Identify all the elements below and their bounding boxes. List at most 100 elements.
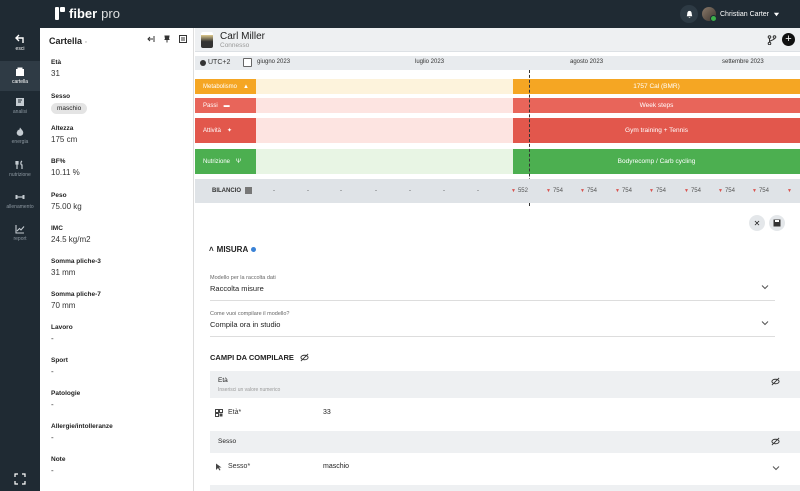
field-sesso: Sesso maschio <box>51 93 191 114</box>
clock-icon <box>200 59 206 66</box>
row-bar[interactable]: Week steps <box>513 98 800 113</box>
chevron-down-icon <box>772 466 780 471</box>
add-button[interactable]: + <box>782 33 795 46</box>
down-triangle-icon: ▼ <box>615 188 620 194</box>
flame-icon <box>16 127 24 136</box>
timeline-row-attivita[interactable]: Attività ✦ Gym training + Tennis <box>195 118 800 143</box>
row-bar[interactable]: 1757 Cal (BMR) <box>513 79 800 94</box>
collapse-icon[interactable] <box>147 35 155 43</box>
sidebar-tools <box>147 35 187 43</box>
chevron-down-icon <box>761 321 769 326</box>
row-bar[interactable]: Bodyrecomp / Carb cycling <box>513 149 800 174</box>
nav-item-esci[interactable]: esci <box>0 28 40 58</box>
field-pliche3: Somma pliche-3 31 mm <box>51 258 101 277</box>
grid-icon <box>215 409 223 417</box>
down-triangle-icon: ▼ <box>546 188 551 194</box>
bell-icon <box>686 10 692 18</box>
nav-label: cartella <box>11 79 29 85</box>
sex-chip: maschio <box>51 103 88 114</box>
select-value: Compila ora in studio <box>210 320 281 329</box>
pin-icon[interactable] <box>163 35 171 43</box>
field-row-eta[interactable]: Età* 33 <box>210 401 800 427</box>
section-eta: Età Inserisci un valore numerico <box>210 371 800 398</box>
month-label: settembre 2023 <box>722 59 764 65</box>
eye-off-icon[interactable] <box>300 353 309 362</box>
nav-label: esci <box>15 46 25 52</box>
down-triangle-icon: ▼ <box>684 188 689 194</box>
nav-item-allenamento[interactable]: allenamento <box>0 186 40 216</box>
timezone-selector[interactable]: UTC+2 <box>200 59 230 66</box>
top-bar: fiber pro Christian Carter <box>0 0 800 28</box>
balance-cell: - <box>409 188 411 194</box>
chevron-down-icon <box>761 285 769 290</box>
calendar-icon[interactable] <box>243 58 252 67</box>
field-row-sesso[interactable]: Sesso* maschio <box>210 455 800 481</box>
patient-avatar <box>201 32 213 48</box>
expand-icon[interactable] <box>14 473 26 485</box>
app-logo[interactable]: fiber pro <box>55 6 120 21</box>
down-triangle-icon: ▼ <box>649 188 654 194</box>
model-select[interactable]: Modello per la raccolta dati Raccolta mi… <box>210 275 775 301</box>
field-peso: Peso 75.00 kg <box>51 192 82 211</box>
balance-cell: ▼ <box>787 188 794 194</box>
balance-cell: - <box>340 188 342 194</box>
timeline-row-metabolismo[interactable]: Metabolismo ▲ 1757 Cal (BMR) <box>195 79 800 94</box>
timeline-row-passi[interactable]: Passi ▬ Week steps <box>195 98 800 113</box>
fields-title: CAMPI DA COMPILARE <box>210 353 309 362</box>
sex-select[interactable]: maschio <box>323 463 349 470</box>
row-label: Nutrizione Ψ <box>195 149 256 174</box>
field-lavoro: Lavoro - <box>51 324 73 343</box>
nav-item-nutrizione[interactable]: nutrizione <box>0 154 40 184</box>
field-sport: Sport - <box>51 357 68 376</box>
section-sesso: Sesso <box>210 431 800 453</box>
patient-status: Connesso <box>220 42 250 49</box>
timeline-header: UTC+2 giugno 2023 luglio 2023 agosto 202… <box>195 56 800 70</box>
balance-label: BILANCIO <box>212 187 252 194</box>
balance-cell: - <box>443 188 445 194</box>
close-button[interactable]: ✕ <box>749 215 765 231</box>
dumbbell-icon <box>15 195 25 199</box>
eye-off-icon[interactable] <box>771 437 780 446</box>
cutlery-icon: Ψ <box>236 158 242 165</box>
nav-item-report[interactable]: report <box>0 218 40 248</box>
nav-label: analisi <box>12 109 28 115</box>
notifications-button[interactable] <box>680 5 698 23</box>
back-arrow-icon <box>15 34 24 43</box>
patient-name: Carl Miller <box>220 31 265 42</box>
user-avatar <box>702 7 717 22</box>
mode-select[interactable]: Come vuoi compilare il modello? Compila … <box>210 311 775 337</box>
field-altezza: Altezza 175 cm <box>51 125 78 144</box>
balance-cell: ▼ 754 <box>752 188 769 194</box>
user-name: Christian Carter <box>720 10 770 18</box>
chart-icon <box>245 187 252 194</box>
left-nav: esci cartella analisi energia nutrizione… <box>0 28 40 491</box>
nav-label: energia <box>11 139 29 145</box>
flame-icon: ▲ <box>243 83 249 90</box>
branch-icon[interactable] <box>767 35 777 45</box>
eye-off-icon[interactable] <box>771 377 780 386</box>
row-past-band <box>256 118 513 143</box>
cutlery-icon <box>15 160 23 169</box>
row-bar[interactable]: Gym training + Tennis <box>513 118 800 143</box>
nav-item-cartella[interactable]: cartella <box>0 61 40 91</box>
info-icon: ▫ <box>84 39 88 46</box>
balance-row: BILANCIO - - - - - - - ▼ 552 ▼ 754 ▼ 754 ▼ 7… <box>195 179 800 203</box>
nav-item-analisi[interactable]: analisi <box>0 91 40 121</box>
age-input[interactable]: 33 <box>323 409 331 416</box>
field-pliche7: Somma pliche-7 70 mm <box>51 291 101 310</box>
select-value: Raccolta misure <box>210 284 264 293</box>
month-label: luglio 2023 <box>415 59 445 65</box>
nav-item-energia[interactable]: energia <box>0 121 40 151</box>
section-header-misura[interactable]: ˄ MISURA <box>209 245 257 254</box>
balance-cell: ▼ 754 <box>546 188 563 194</box>
nav-label: nutrizione <box>9 172 31 178</box>
timeline-row-nutrizione[interactable]: Nutrizione Ψ Bodyrecomp / Carb cycling <box>195 149 800 174</box>
list-view-icon[interactable] <box>179 35 187 43</box>
field-label: Età* <box>228 409 242 416</box>
user-menu[interactable]: Christian Carter <box>702 4 780 24</box>
balance-cell: ▼ 754 <box>649 188 666 194</box>
month-label: agosto 2023 <box>570 59 604 65</box>
save-button[interactable] <box>769 215 785 231</box>
field-note: Note - <box>51 456 66 475</box>
form-actions: ✕ <box>749 215 785 231</box>
